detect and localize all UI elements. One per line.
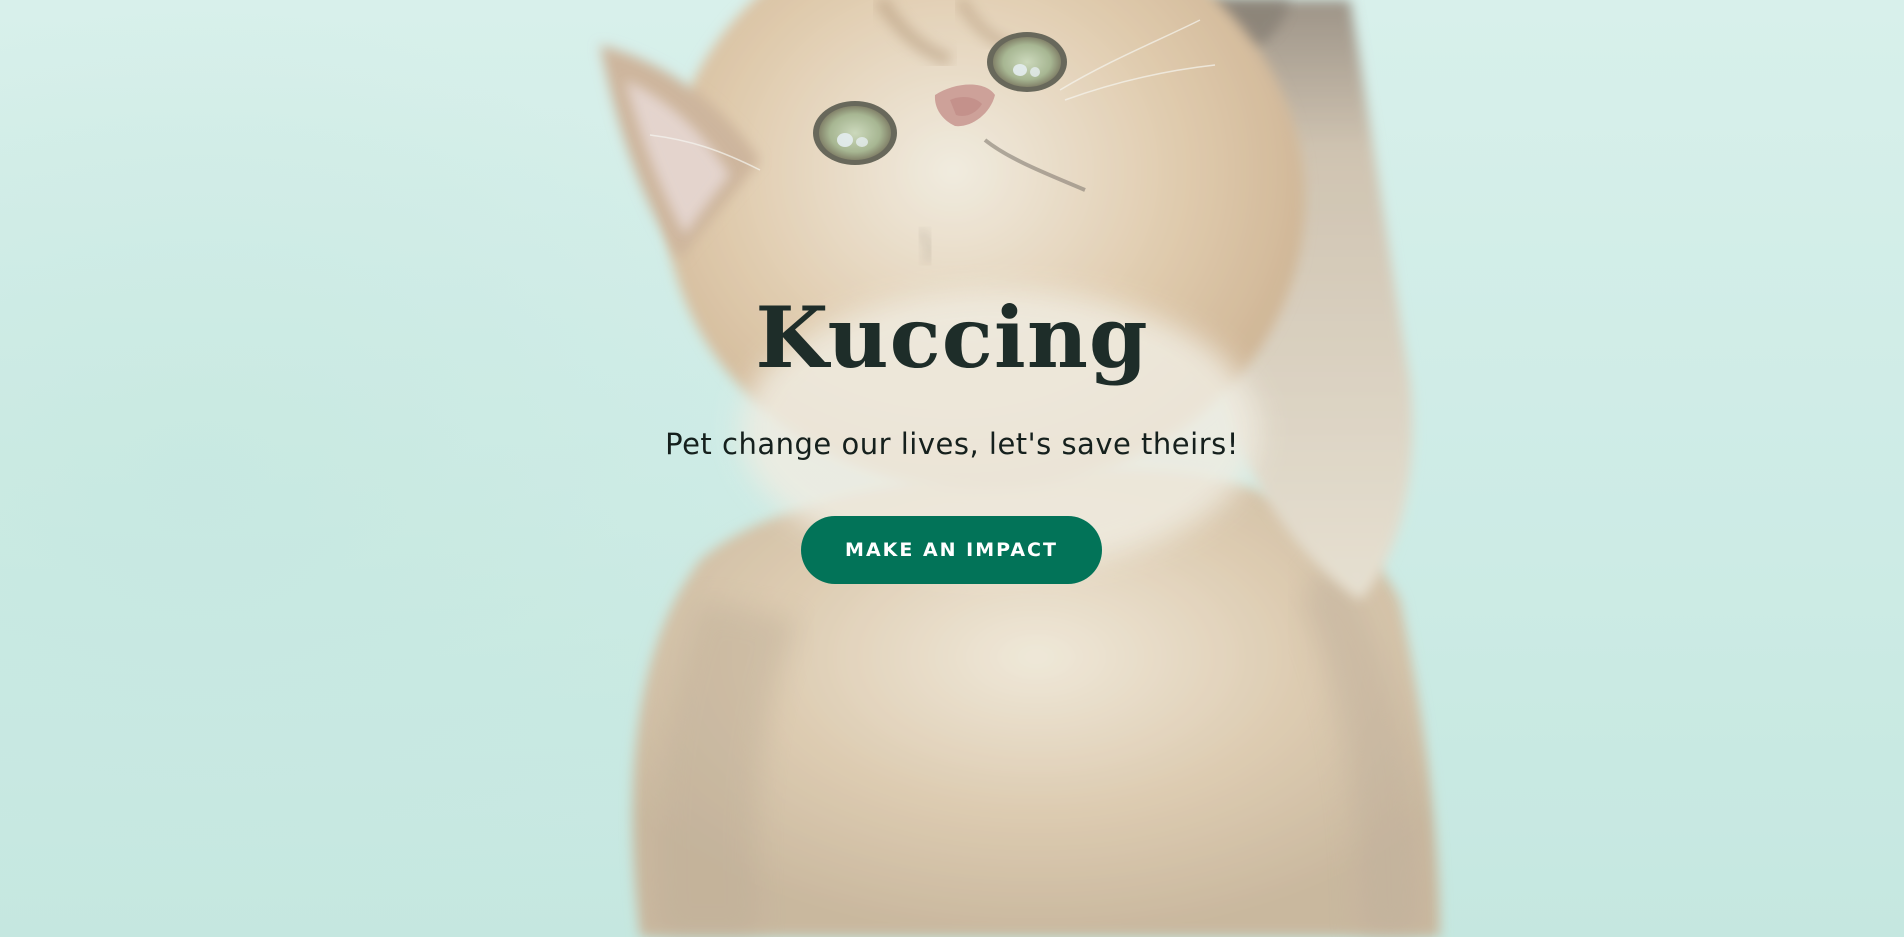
hero-subtitle: Pet change our lives, let's save theirs! xyxy=(665,427,1239,461)
hero-title: Kuccing xyxy=(755,288,1149,387)
make-an-impact-button[interactable]: MAKE AN IMPACT xyxy=(801,516,1102,584)
hero-overlay xyxy=(0,0,1904,937)
hero-section: Kuccing Pet change our lives, let's save… xyxy=(0,0,1904,937)
